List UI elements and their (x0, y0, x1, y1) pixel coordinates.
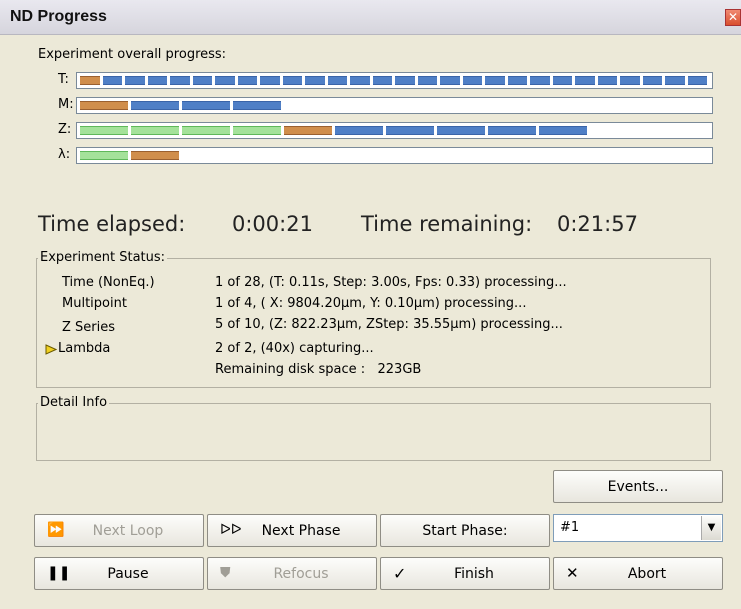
t-row-label: T: (58, 72, 69, 87)
progress-segment-pending (170, 76, 190, 85)
progress-segment-current (284, 126, 332, 135)
pause-button[interactable]: ❚❚ Pause (34, 557, 204, 590)
m-row-label: M: (58, 97, 74, 112)
progress-segment-pending (665, 76, 685, 85)
finish-button[interactable]: ✓ Finish (380, 557, 550, 590)
status-name-time: Time (NonEq.) (62, 275, 155, 290)
time-elapsed-value: 0:00:21 (232, 212, 313, 236)
progress-segment-pending (102, 76, 122, 85)
progress-segment-pending (395, 76, 415, 85)
next-loop-button[interactable]: ⏩ Next Loop (34, 514, 204, 547)
z-progress-bar (76, 122, 713, 139)
detail-info-label: Detail Info (38, 395, 110, 410)
progress-segment-pending (462, 76, 482, 85)
progress-segment-pending (386, 126, 434, 135)
progress-segment-pending (575, 76, 595, 85)
progress-segment-pending (215, 76, 235, 85)
abort-button[interactable]: ✕ Abort (553, 557, 723, 590)
window-title: ND Progress (10, 8, 107, 25)
progress-segment-pending (642, 76, 662, 85)
time-remaining-value: 0:21:57 (557, 212, 638, 236)
time-remaining-label: Time remaining: (361, 212, 533, 236)
progress-segment-done (80, 151, 128, 160)
start-phase-label: Start Phase: (422, 523, 508, 539)
progress-segment-pending (372, 76, 392, 85)
abort-label: Abort (627, 566, 667, 582)
progress-segment-pending (488, 126, 536, 135)
progress-segment-done (233, 126, 281, 135)
detail-info-group (36, 403, 711, 461)
finish-label: Finish (454, 566, 494, 582)
refocus-label: Refocus (273, 566, 329, 582)
progress-segment-pending (233, 101, 281, 110)
t-progress-bar (76, 72, 713, 89)
status-name-zseries: Z Series (62, 320, 116, 335)
progress-segment-done (182, 126, 230, 135)
progress-segment-current (80, 101, 128, 110)
progress-segment-pending (507, 76, 527, 85)
status-detail-zseries: 5 of 10, (Z: 822.23µm, ZStep: 35.55µm) p… (215, 317, 563, 332)
lambda-progress-bar (76, 147, 713, 164)
z-row-label: Z: (58, 122, 72, 137)
progress-segment-pending (182, 101, 230, 110)
phase-select-value: #1 (560, 520, 580, 535)
progress-segment-current (131, 151, 179, 160)
status-name-lambda: Lambda (58, 341, 111, 356)
progress-segment-pending (350, 76, 370, 85)
progress-segment-pending (530, 76, 550, 85)
progress-segment-pending (335, 126, 383, 135)
pause-label: Pause (107, 566, 149, 582)
progress-segment-pending (552, 76, 572, 85)
status-detail-time: 1 of 28, (T: 0.11s, Step: 3.00s, Fps: 0.… (215, 275, 567, 290)
phase-select[interactable]: #1 ▼ (553, 514, 723, 542)
close-button[interactable]: ✕ (725, 9, 741, 26)
progress-segment-pending (687, 76, 707, 85)
m-progress-bar (76, 97, 713, 114)
progress-segment-pending (147, 76, 167, 85)
next-loop-label: Next Loop (92, 523, 164, 539)
title-bar: ND Progress ✕ (0, 0, 741, 35)
status-detail-lambda: 2 of 2, (40x) capturing... (215, 341, 374, 356)
chevron-down-icon[interactable]: ▼ (701, 516, 721, 540)
events-button[interactable]: Events... (553, 470, 723, 503)
next-phase-label: Next Phase (261, 523, 341, 539)
events-button-label: Events... (607, 479, 669, 495)
progress-segment-pending (417, 76, 437, 85)
progress-segment-pending (260, 76, 280, 85)
lambda-row-label: λ: (58, 147, 71, 162)
progress-segment-pending (327, 76, 347, 85)
progress-segment-pending (620, 76, 640, 85)
nd-progress-window: ND Progress ✕ Experiment overall progres… (0, 0, 741, 609)
refocus-button[interactable]: ⛊ Refocus (207, 557, 377, 590)
time-elapsed-label: Time elapsed: (38, 212, 186, 236)
overall-progress-heading: Experiment overall progress: (38, 47, 227, 62)
start-phase-button[interactable]: Start Phase: (380, 514, 550, 547)
progress-segment-pending (440, 76, 460, 85)
progress-segment-pending (192, 76, 212, 85)
next-phase-button[interactable]: ᐅᐅ Next Phase (207, 514, 377, 547)
remaining-disk-space: Remaining disk space : 223GB (215, 362, 422, 377)
progress-segment-pending (131, 101, 179, 110)
status-name-multipoint: Multipoint (62, 296, 127, 311)
progress-segment-pending (485, 76, 505, 85)
progress-segment-current (80, 76, 100, 85)
progress-segment-pending (437, 126, 485, 135)
progress-segment-pending (597, 76, 617, 85)
progress-segment-pending (305, 76, 325, 85)
progress-segment-pending (125, 76, 145, 85)
progress-segment-pending (237, 76, 257, 85)
progress-segment-pending (539, 126, 587, 135)
experiment-status-label: Experiment Status: (38, 250, 168, 265)
progress-segment-pending (282, 76, 302, 85)
progress-segment-done (80, 126, 128, 135)
active-step-arrow-icon (45, 344, 57, 355)
status-detail-multipoint: 1 of 4, ( X: 9804.20µm, Y: 0.10µm) proce… (215, 296, 527, 311)
progress-segment-done (131, 126, 179, 135)
